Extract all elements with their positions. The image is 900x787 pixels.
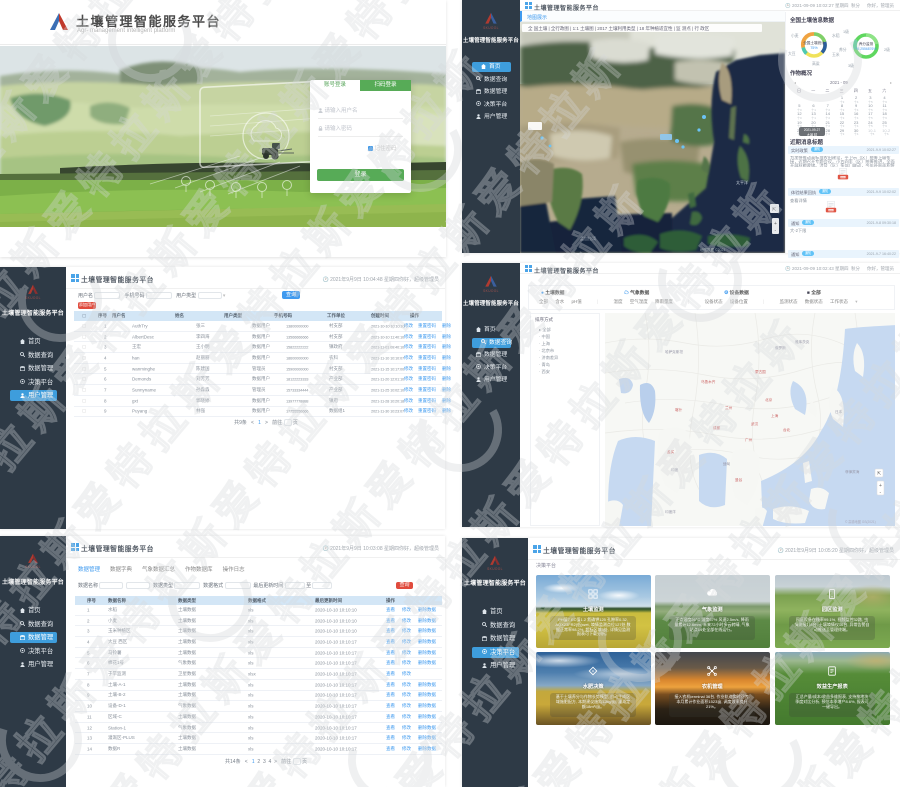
svg-text:乌鲁木齐: 乌鲁木齐 bbox=[701, 379, 716, 384]
svg-text:⇱: ⇱ bbox=[772, 207, 776, 213]
svg-text:曼谷: 曼谷 bbox=[735, 477, 743, 482]
svg-text:日本: 日本 bbox=[835, 409, 843, 414]
svg-text:台北: 台北 bbox=[783, 427, 791, 432]
svg-text:全 国土壤 | 全行政图 | 1:1 土壤图 | 2017: 全 国土壤 | 全行政图 | 1:1 土壤图 | 2017 土壤利用类型 | 1… bbox=[528, 25, 710, 32]
svg-text:武汉: 武汉 bbox=[751, 421, 759, 426]
svg-text:95.2556876%: 95.2556876% bbox=[856, 47, 877, 51]
svg-text:蒙古国: 蒙古国 bbox=[755, 369, 766, 374]
svg-text:全国土壤统计: 全国土壤统计 bbox=[803, 40, 825, 45]
svg-text:URGENT: URGENT bbox=[826, 210, 836, 212]
svg-text:孟买: 孟买 bbox=[667, 449, 675, 454]
svg-text:喀什: 喀什 bbox=[675, 407, 683, 412]
svg-text:印度: 印度 bbox=[671, 467, 679, 472]
svg-text:75%: 75% bbox=[810, 46, 818, 50]
svg-text:广州: 广州 bbox=[745, 437, 753, 442]
svg-text:成都: 成都 bbox=[713, 425, 721, 430]
svg-text:哈萨克斯坦: 哈萨克斯坦 bbox=[665, 349, 683, 354]
svg-text:URGENT: URGENT bbox=[838, 176, 848, 178]
svg-text:地图数据 ©2021: 地图数据 ©2021 bbox=[700, 247, 725, 252]
svg-text:© 高德地图 GS(2021): © 高德地图 GS(2021) bbox=[845, 519, 876, 524]
svg-text:⇱: ⇱ bbox=[877, 471, 881, 477]
svg-text:上海: 上海 bbox=[771, 413, 779, 418]
svg-text:缅甸: 缅甸 bbox=[723, 461, 731, 466]
svg-text:菲律宾海: 菲律宾海 bbox=[845, 469, 860, 474]
svg-text:+: + bbox=[774, 221, 777, 227]
svg-text:太平洋: 太平洋 bbox=[736, 179, 748, 185]
svg-text:孟加拉湾: 孟加拉湾 bbox=[580, 235, 596, 241]
svg-text:+: + bbox=[879, 483, 882, 489]
svg-text:雅库茨克: 雅库茨克 bbox=[795, 339, 810, 344]
svg-text:兰州: 兰州 bbox=[725, 405, 733, 410]
svg-text:养分监测: 养分监测 bbox=[859, 41, 874, 46]
svg-text:俄罗斯: 俄罗斯 bbox=[775, 345, 786, 350]
svg-text:印度洋: 印度洋 bbox=[665, 509, 676, 514]
svg-text:北京: 北京 bbox=[765, 397, 773, 402]
